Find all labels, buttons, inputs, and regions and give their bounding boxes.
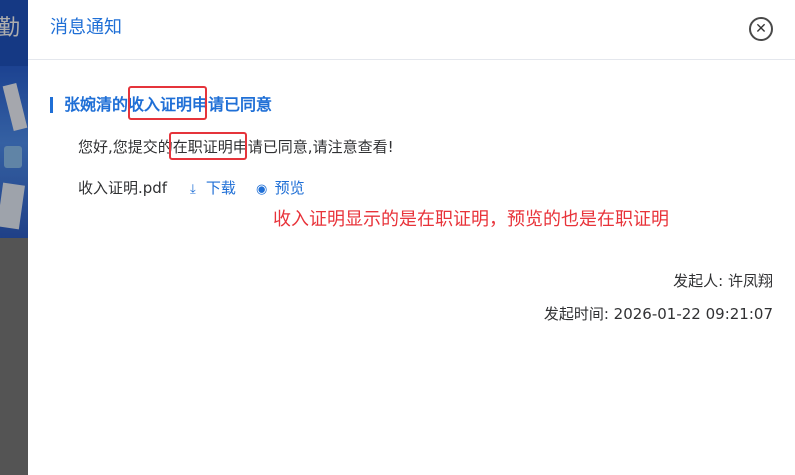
initiator-info: 发起人: 许凤翔 [673, 272, 773, 290]
download-icon: ⤓ [190, 182, 196, 197]
title-accent-bar [50, 97, 53, 113]
download-button[interactable]: ⤓ 下载 [186, 179, 236, 197]
notice-body-suffix: 申请已同意,请注意查看! [232, 138, 394, 156]
initiated-time: 发起时间: 2026-01-22 09:21:07 [543, 305, 773, 323]
notice-title-document-type: 收入证明 [128, 95, 193, 114]
notice-title: 张婉清的收入证明申请已同意 [64, 94, 272, 116]
notice-title-prefix: 张婉清的 [64, 95, 129, 114]
close-icon: ✕ [755, 21, 767, 37]
annotation-note: 收入证明显示的是在职证明，预览的也是在职证明 [273, 209, 669, 230]
attachment-row: 收入证明.pdf ⤓ 下载 ◉ 预览 [78, 177, 305, 199]
notice-body-document-type: 在职证明 [172, 138, 233, 156]
preview-label: 预览 [274, 179, 305, 197]
notice-body-prefix: 您好,您提交的 [78, 138, 173, 156]
close-button[interactable]: ✕ [749, 17, 773, 41]
preview-button[interactable]: ◉ 预览 [255, 179, 305, 197]
background-app: 勤 [0, 0, 28, 475]
modal-overlay[interactable] [0, 0, 28, 475]
download-label: 下载 [205, 179, 236, 197]
notice-title-suffix: 申请已同意 [192, 95, 273, 114]
notice-body: 您好,您提交的在职证明申请已同意,请注意查看! [78, 136, 394, 158]
eye-icon: ◉ [256, 182, 268, 197]
dialog-title: 消息通知 [50, 17, 122, 38]
attachment-file-name: 收入证明.pdf [78, 179, 168, 197]
message-notification-dialog: 消息通知 ✕ 张婉清的收入证明申请已同意 您好,您提交的在职证明申请已同意,请注… [28, 0, 795, 475]
dialog-header: 消息通知 ✕ [28, 0, 795, 60]
